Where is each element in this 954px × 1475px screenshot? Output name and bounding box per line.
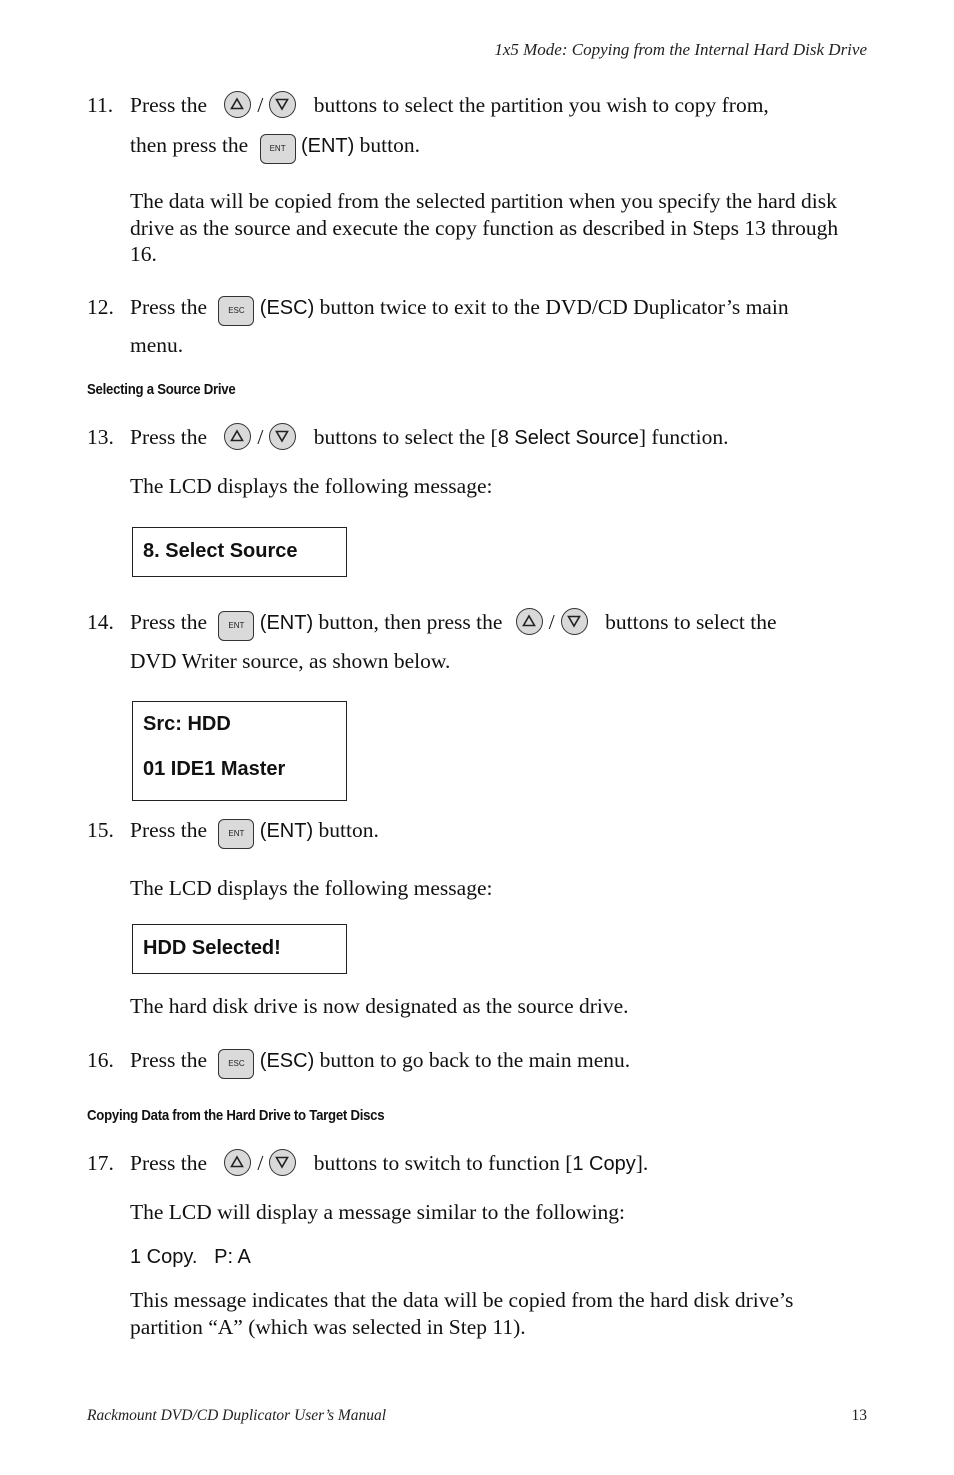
step-11-line-1: Press the / buttons to select the partit… bbox=[130, 90, 769, 121]
ent-button-icon: ENT bbox=[259, 134, 296, 165]
step-12-line-1: Press the ESC (ESC) button twice to exit… bbox=[130, 294, 789, 327]
text: ] function. bbox=[638, 425, 729, 449]
step-15-after: The hard disk drive is now designated as… bbox=[130, 994, 629, 1018]
function-name: 8 Select Source bbox=[497, 427, 639, 449]
slash: / bbox=[548, 610, 555, 634]
down-arrow-button-icon bbox=[269, 422, 297, 450]
text: button to go back to the main menu. bbox=[319, 1048, 631, 1072]
text: Press the bbox=[130, 295, 208, 319]
up-arrow-button-icon bbox=[224, 90, 252, 118]
lcd-line: Src: HDD bbox=[143, 713, 231, 735]
step-12-line-2: menu. bbox=[130, 333, 184, 357]
text: buttons to select the bbox=[605, 610, 777, 634]
lcd-display: HDD Selected! bbox=[132, 924, 347, 974]
step-17-after: This message indicates that the data wil… bbox=[130, 1288, 794, 1339]
function-name: 1 Copy bbox=[572, 1153, 636, 1175]
ent-button-icon: ENT bbox=[218, 611, 255, 642]
running-header: 1x5 Mode: Copying from the Internal Hard… bbox=[494, 40, 867, 59]
button-ref: (ENT) bbox=[259, 612, 314, 634]
step-14-line-1: Press the ENT (ENT) button, then press t… bbox=[130, 607, 777, 642]
step-number: 12. bbox=[87, 295, 114, 319]
text: ]. bbox=[635, 1151, 649, 1175]
step-14-line-2: DVD Writer source, as shown below. bbox=[130, 649, 451, 673]
step-11-note: The data will be copied from the selecte… bbox=[130, 189, 839, 266]
text: buttons to select the partition you wish… bbox=[313, 93, 769, 117]
text: buttons to select the [ bbox=[313, 425, 498, 449]
text: button. bbox=[359, 133, 420, 157]
step-16-line-1: Press the ESC (ESC) button to go back to… bbox=[130, 1047, 631, 1080]
down-arrow-button-icon bbox=[269, 1148, 297, 1176]
step-number: 15. bbox=[87, 818, 114, 842]
step-number: 16. bbox=[87, 1048, 114, 1072]
button-ref: (ESC) bbox=[259, 1050, 315, 1072]
step-17-line-1: Press the / buttons to switch to functio… bbox=[130, 1148, 649, 1179]
text: Press the bbox=[130, 1048, 208, 1072]
step-number: 17. bbox=[87, 1151, 114, 1175]
section-heading: Selecting a Source Drive bbox=[87, 381, 236, 398]
lcd-line: HDD Selected! bbox=[143, 937, 281, 959]
text: Press the bbox=[130, 1151, 208, 1175]
text: buttons to switch to function [ bbox=[313, 1151, 573, 1175]
slash: / bbox=[257, 93, 264, 117]
down-arrow-button-icon bbox=[560, 607, 588, 635]
step-13-note: The LCD displays the following message: bbox=[130, 474, 493, 498]
page-number: 13 bbox=[851, 1407, 868, 1424]
lcd-line: 8. Select Source bbox=[143, 540, 298, 562]
esc-button-icon: ESC bbox=[218, 1049, 255, 1080]
step-number: 11. bbox=[87, 93, 114, 117]
up-arrow-button-icon bbox=[224, 1148, 252, 1176]
button-ref: (ENT) bbox=[259, 820, 314, 842]
text: button twice to exit to the DVD/CD Dupli… bbox=[319, 295, 789, 319]
lcd-message-text: 1 Copy. P: A bbox=[130, 1246, 251, 1268]
up-arrow-button-icon bbox=[224, 422, 252, 450]
text: button, then press the bbox=[318, 610, 503, 634]
step-13-line-1: Press the / buttons to select the [8 Sel… bbox=[130, 422, 729, 453]
ent-button-icon: ENT bbox=[218, 819, 255, 850]
lcd-display: 8. Select Source bbox=[132, 527, 347, 577]
lcd-display: Src: HDD 01 IDE1 Master bbox=[132, 701, 347, 801]
lcd-line: 01 IDE1 Master bbox=[143, 758, 286, 780]
slash: / bbox=[257, 1151, 264, 1175]
step-17-note: The LCD will display a message similar t… bbox=[130, 1200, 626, 1224]
text: Press the bbox=[130, 93, 208, 117]
text: Press the bbox=[130, 425, 208, 449]
text: button. bbox=[318, 818, 379, 842]
button-ref: (ENT) bbox=[300, 135, 355, 157]
section-heading: Copying Data from the Hard Drive to Targ… bbox=[87, 1107, 385, 1124]
down-arrow-button-icon bbox=[269, 90, 297, 118]
up-arrow-button-icon bbox=[515, 607, 543, 635]
text: Press the bbox=[130, 818, 208, 842]
text: then press the bbox=[130, 133, 249, 157]
button-ref: (ESC) bbox=[259, 297, 315, 319]
esc-button-icon: ESC bbox=[218, 296, 255, 327]
footer-manual-title: Rackmount DVD/CD Duplicator User’s Manua… bbox=[87, 1407, 387, 1424]
step-number: 14. bbox=[87, 610, 114, 634]
step-number: 13. bbox=[87, 425, 114, 449]
step-15-line-1: Press the ENT (ENT) button. bbox=[130, 817, 379, 850]
slash: / bbox=[257, 425, 264, 449]
step-11-line-2: then press the ENT (ENT) button. bbox=[130, 132, 420, 165]
step-15-note: The LCD displays the following message: bbox=[130, 876, 493, 900]
text: Press the bbox=[130, 610, 208, 634]
